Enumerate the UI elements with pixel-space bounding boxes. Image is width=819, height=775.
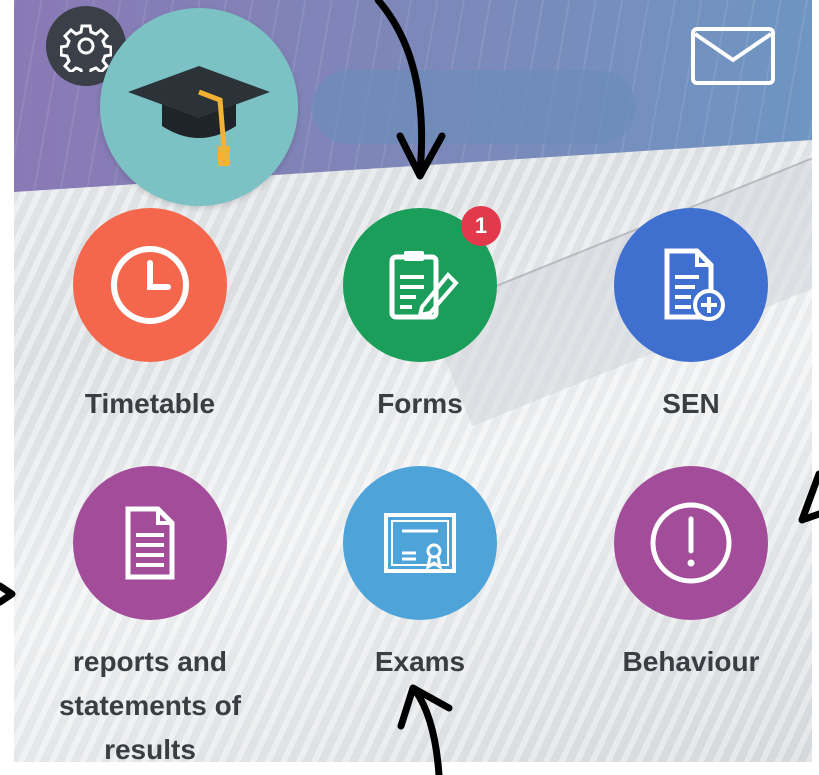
document-plus-icon xyxy=(664,248,725,321)
reports-circle[interactable] xyxy=(73,466,227,620)
tile-reports[interactable]: reports and statements of results xyxy=(35,466,265,762)
exclamation-icon xyxy=(650,502,732,584)
app-logo xyxy=(100,8,298,206)
annotation-arrow-forms xyxy=(374,0,446,180)
tile-label: SEN xyxy=(662,388,720,419)
form-edit-icon xyxy=(389,251,459,320)
timetable-circle[interactable] xyxy=(73,208,227,362)
tile-label: Timetable xyxy=(84,388,216,419)
annotation-arrow-reports xyxy=(0,582,16,606)
annotation-arrow-exams xyxy=(397,684,453,775)
tile-exams[interactable]: Exams xyxy=(305,466,535,684)
messages-button[interactable] xyxy=(690,26,776,86)
notification-badge: 1 xyxy=(461,206,501,246)
envelope-icon xyxy=(691,27,775,85)
behaviour-circle[interactable] xyxy=(614,466,768,620)
tile-timetable[interactable]: Timetable xyxy=(35,208,265,426)
exams-circle[interactable] xyxy=(343,466,497,620)
tile-behaviour[interactable]: Behaviour xyxy=(576,466,806,684)
tile-label: reports and statements of results xyxy=(58,646,242,762)
tile-sen[interactable]: SEN xyxy=(576,208,806,426)
document-icon xyxy=(125,506,175,580)
graduation-cap-icon xyxy=(128,66,270,166)
clock-icon xyxy=(111,246,189,324)
annotation-arrow-behaviour xyxy=(798,470,819,524)
tile-label: Behaviour xyxy=(622,646,760,677)
tile-label: Forms xyxy=(377,388,463,419)
forms-circle[interactable]: 1 xyxy=(343,206,501,362)
tile-forms[interactable]: 1 Forms xyxy=(305,206,535,426)
sen-circle[interactable] xyxy=(614,208,768,362)
certificate-icon xyxy=(384,513,456,573)
